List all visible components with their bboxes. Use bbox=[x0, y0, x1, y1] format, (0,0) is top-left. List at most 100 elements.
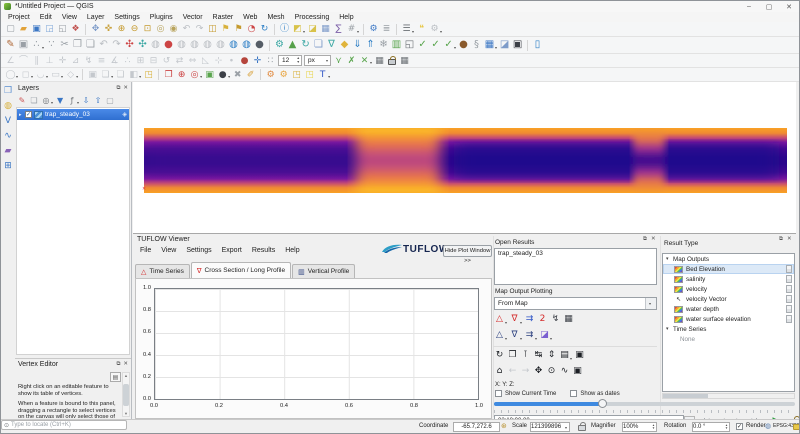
menu-item[interactable]: Vector bbox=[178, 14, 208, 21]
gear-orange-icon[interactable]: ⚙ bbox=[264, 69, 277, 81]
rectangle-tool-dropdown-icon[interactable] bbox=[31, 74, 33, 79]
select-yellow-icon[interactable]: ◳ bbox=[142, 69, 155, 81]
overview-red-icon[interactable]: ❐ bbox=[162, 69, 175, 81]
globe-dark-icon[interactable]: ● bbox=[253, 39, 266, 51]
show-bookmarks-icon[interactable]: ⚑ bbox=[232, 23, 245, 35]
angle-tool-icon[interactable]: ∡ bbox=[108, 55, 121, 67]
floppy-dark-icon[interactable]: ▣ bbox=[511, 39, 524, 51]
node-gray-3-icon[interactable]: ◍ bbox=[188, 39, 201, 51]
snap-segment-icon[interactable]: ↯ bbox=[82, 55, 95, 67]
filter-by-expression-dropdown-icon[interactable] bbox=[77, 100, 79, 105]
back-icon[interactable]: ← bbox=[506, 365, 519, 377]
combo-dropdown-icon[interactable] bbox=[565, 425, 569, 430]
coordinate-input[interactable]: -65.7,272.6 bbox=[453, 422, 500, 432]
vertex-tool-dropdown-icon[interactable] bbox=[42, 45, 44, 50]
reload-icon[interactable]: ↻ bbox=[299, 39, 312, 51]
result-type-map-outputs[interactable]: Map Outputs bbox=[663, 254, 794, 264]
collapse-all-icon[interactable]: ⇧ bbox=[92, 95, 104, 106]
plugin-gear-icon[interactable]: ⚙ bbox=[273, 39, 286, 51]
combo-dropdown-icon[interactable] bbox=[645, 298, 656, 309]
delete-part-dropdown-icon[interactable] bbox=[139, 74, 141, 79]
swap-direction-icon[interactable]: ⇄ bbox=[173, 55, 186, 67]
parallel-icon[interactable]: ∥ bbox=[30, 55, 43, 67]
rotate-feature-icon[interactable]: ↺ bbox=[160, 55, 173, 67]
flip-y-axis-icon[interactable]: ⇕ bbox=[545, 349, 558, 361]
combo-dropdown-icon[interactable] bbox=[326, 58, 330, 63]
paste-features-icon[interactable]: ❏ bbox=[84, 39, 97, 51]
notes-page-icon[interactable]: ❏ bbox=[312, 39, 325, 51]
screen-icon[interactable]: ◱ bbox=[403, 39, 416, 51]
time-series-plot-dropdown-icon[interactable] bbox=[505, 320, 507, 325]
temporal-controller-icon[interactable]: ◔ bbox=[245, 23, 258, 35]
home-view-icon[interactable]: ⌂ bbox=[493, 365, 506, 377]
hide-plot-window-button[interactable]: Hide Plot Window >> bbox=[443, 245, 492, 264]
axis-toggle-icon[interactable] bbox=[786, 285, 792, 293]
axis-toggle-icon[interactable] bbox=[786, 265, 792, 273]
forward-icon[interactable]: → bbox=[519, 365, 532, 377]
cube-yellow-icon[interactable]: ◆ bbox=[338, 39, 351, 51]
regular-polygon-dropdown-icon[interactable] bbox=[61, 74, 63, 79]
vertex-editor-menu-button[interactable]: ▤ bbox=[110, 372, 121, 382]
close-panel-icon[interactable]: ✕ bbox=[787, 236, 792, 243]
scale-combo[interactable]: 121399896 bbox=[530, 422, 570, 432]
zoom-out-icon[interactable]: ⊖ bbox=[128, 23, 141, 35]
cursor-tracking-icon[interactable]: ↯ bbox=[549, 313, 562, 325]
triangle-tool-icon[interactable]: ◺ bbox=[199, 55, 212, 67]
close-panel-icon[interactable]: ✕ bbox=[123, 361, 128, 368]
axis-toggle-icon[interactable] bbox=[786, 315, 792, 323]
menu-item[interactable]: Plugins bbox=[145, 14, 178, 21]
remove-constraint-icon[interactable]: ⊟ bbox=[147, 55, 160, 67]
result-type-hscrollbar[interactable] bbox=[662, 393, 795, 399]
image-icon[interactable]: ▦ bbox=[398, 55, 411, 67]
label-pin-1-icon[interactable]: ◳ bbox=[290, 69, 303, 81]
enable-advanced-digitizing-icon[interactable]: ∠ bbox=[4, 55, 17, 67]
magnifier-input[interactable]: 100% ▲ ▼ bbox=[622, 422, 657, 432]
curtain-plot-dropdown-icon[interactable] bbox=[550, 336, 552, 341]
menu-item[interactable]: Project bbox=[3, 14, 35, 21]
expand-all-icon[interactable]: ⇩ bbox=[80, 95, 92, 106]
node-gray-5-icon[interactable]: ◍ bbox=[214, 39, 227, 51]
axis-toggle-icon[interactable] bbox=[786, 295, 792, 303]
remove-layer-icon[interactable]: ▢ bbox=[104, 95, 116, 106]
help-bubble-icon[interactable]: ❝ bbox=[415, 23, 428, 35]
flux-plot-icon[interactable]: ⇉ bbox=[523, 313, 536, 325]
bars-green-icon[interactable]: ▥ bbox=[390, 39, 403, 51]
check-1-icon[interactable]: ✓ bbox=[416, 39, 429, 51]
rotation-input[interactable]: 0.0 ° ▲ ▼ bbox=[692, 422, 730, 432]
scrollbar-thumb[interactable] bbox=[123, 383, 129, 406]
project-properties-icon[interactable]: ❖ bbox=[69, 23, 82, 35]
refresh-plot-icon[interactable]: ↻ bbox=[493, 349, 506, 361]
add-mesh-layer-icon[interactable]: ⊞ bbox=[2, 160, 14, 172]
add-group-icon[interactable]: ❏ bbox=[28, 95, 40, 106]
ellipse-tool-dropdown-icon[interactable] bbox=[76, 74, 78, 79]
node-red-icon[interactable]: ● bbox=[162, 39, 175, 51]
save-style-icon[interactable]: ▣ bbox=[86, 69, 99, 81]
result-type-bed-elevation[interactable]: Bed Elevation bbox=[663, 264, 794, 274]
zoom-to-selection-icon[interactable]: ◎ bbox=[154, 23, 167, 35]
cross-section-dark-dropdown-icon[interactable] bbox=[520, 336, 522, 341]
messages-icon[interactable] bbox=[793, 424, 799, 430]
cut-features-icon[interactable]: ✂ bbox=[58, 39, 71, 51]
time-slider[interactable] bbox=[494, 402, 795, 406]
snowflake-icon[interactable]: ❄ bbox=[377, 39, 390, 51]
label-pin-2-icon[interactable]: ◳ bbox=[303, 69, 316, 81]
add-polygon-layer-icon[interactable]: ▰ bbox=[2, 145, 14, 157]
refresh-map-icon[interactable]: ↻ bbox=[258, 23, 271, 35]
result-type-time-series[interactable]: Time Series bbox=[663, 324, 794, 334]
close-panel-icon[interactable]: ✕ bbox=[123, 85, 128, 92]
result-type-water-depth[interactable]: water depth bbox=[663, 304, 794, 314]
terrain-icon[interactable]: ▲ bbox=[286, 39, 299, 51]
check-2-icon[interactable]: ✓ bbox=[429, 39, 442, 51]
tuflow-menu-item[interactable]: Settings bbox=[181, 247, 216, 254]
pan-to-selection-icon[interactable]: ✜ bbox=[102, 23, 115, 35]
spinner-arrows-icon[interactable]: ▲ ▼ bbox=[297, 56, 301, 64]
node-gray-1-icon[interactable]: ◍ bbox=[149, 39, 162, 51]
menu-item[interactable]: Mesh bbox=[262, 14, 289, 21]
toggle-editing-icon[interactable]: ✎ bbox=[4, 39, 17, 51]
new-project-icon[interactable]: ▢ bbox=[4, 23, 17, 35]
reshape-teal-icon[interactable]: ✣ bbox=[136, 39, 149, 51]
save-project-icon[interactable]: ▣ bbox=[30, 23, 43, 35]
scroll-up-icon[interactable]: ▲ bbox=[124, 373, 128, 378]
raster-image-icon[interactable]: ▦ bbox=[373, 55, 386, 67]
trace-icon[interactable]: ✛ bbox=[56, 55, 69, 67]
